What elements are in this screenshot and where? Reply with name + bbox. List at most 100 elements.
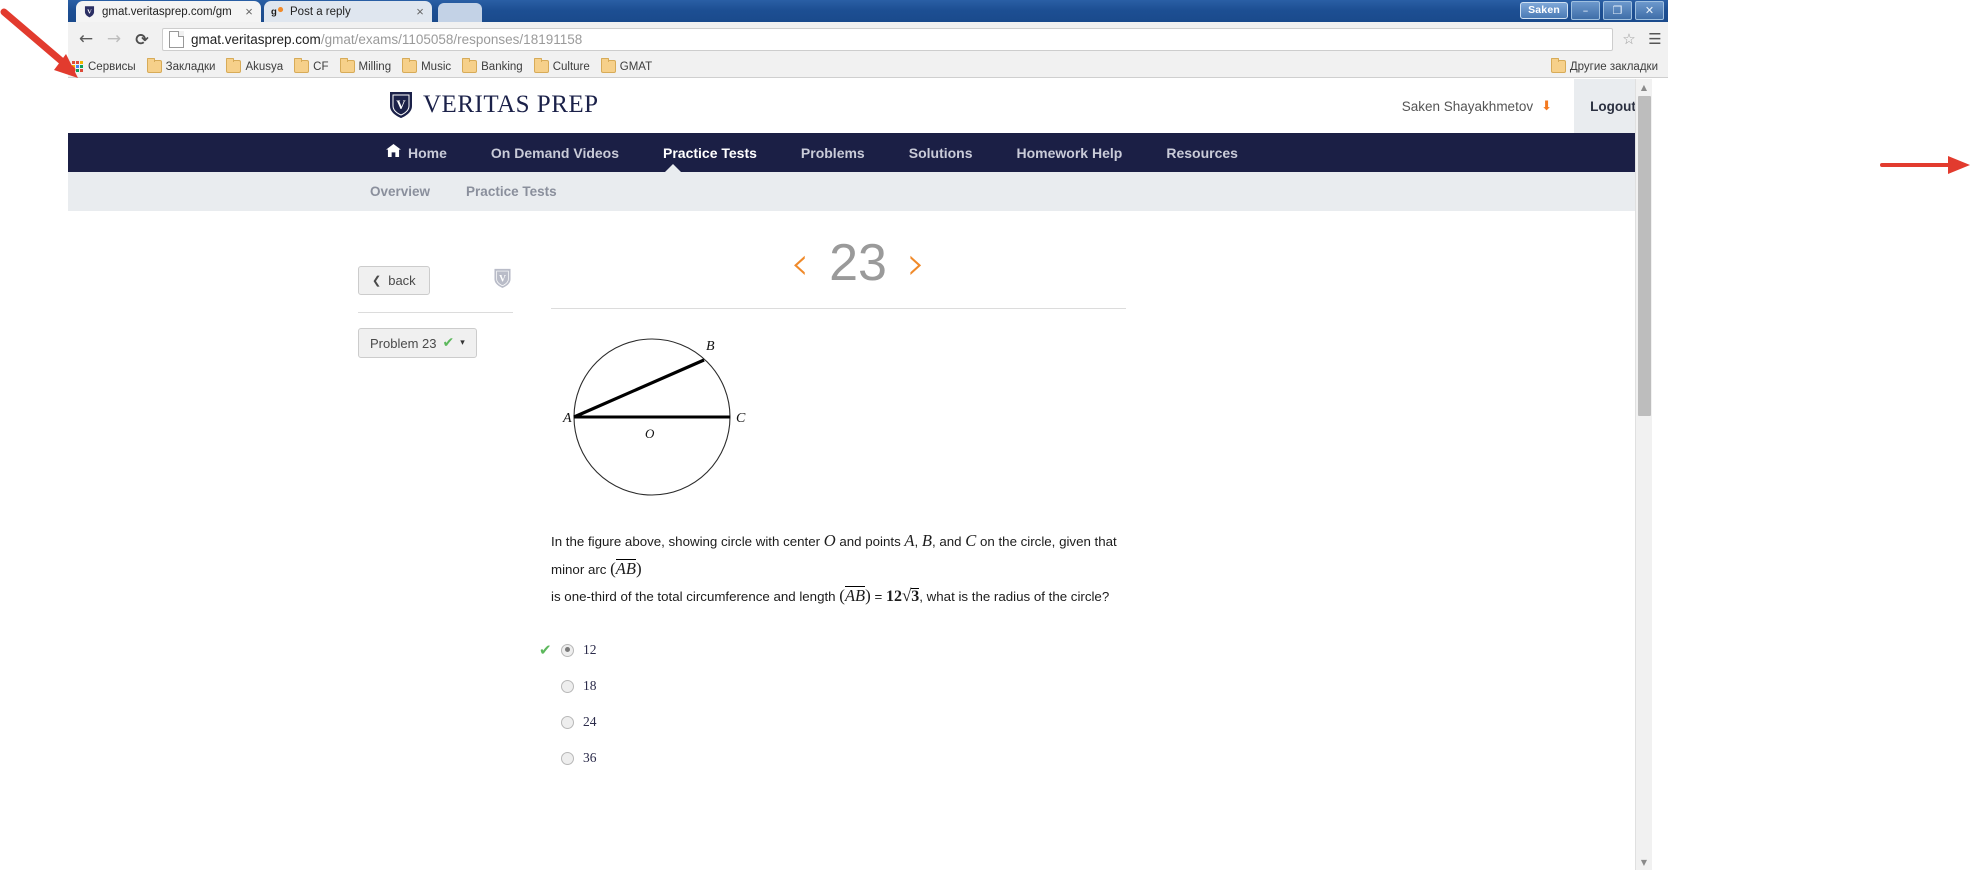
bookmark-cf[interactable]: CF bbox=[294, 58, 329, 73]
length-AB-label: AB bbox=[844, 586, 866, 606]
url-text: gmat.veritasprep.com/gmat/exams/1105058/… bbox=[191, 32, 582, 47]
nav-item-homework-help[interactable]: Homework Help bbox=[1017, 145, 1123, 161]
scroll-up-arrow-icon[interactable]: ▲ bbox=[1636, 79, 1652, 95]
prompt-var-B: B bbox=[921, 531, 932, 550]
bookmark-zakladki[interactable]: Закладки bbox=[146, 58, 215, 73]
hamburger-menu-icon[interactable]: ☰ bbox=[1642, 30, 1668, 48]
other-bookmarks[interactable]: Другие закладки bbox=[1550, 58, 1658, 73]
next-question-chevron-icon[interactable]: › bbox=[907, 240, 925, 286]
reload-icon[interactable]: ⟳ bbox=[128, 30, 156, 49]
bookmark-milling[interactable]: Milling bbox=[339, 58, 392, 73]
folder-icon bbox=[1550, 58, 1566, 73]
prompt-var-A: A bbox=[904, 531, 915, 550]
browser-window: V gmat.veritasprep.com/gm × g Post a rep… bbox=[68, 0, 1668, 870]
answer-options-list: ✔ 12 18 24 36 bbox=[539, 632, 1126, 776]
prompt-equals: = bbox=[870, 589, 886, 605]
answer-label: 36 bbox=[583, 750, 597, 766]
bookmark-star-icon[interactable]: ☆ bbox=[1616, 30, 1642, 48]
veritas-shield-icon: V bbox=[388, 90, 414, 119]
veritas-prep-logo[interactable]: V VERITAS PREP bbox=[388, 90, 599, 119]
bookmark-services[interactable]: Сервисы bbox=[72, 61, 136, 73]
nav-item-on-demand-videos[interactable]: On Demand Videos bbox=[491, 145, 619, 161]
bookmark-label: Culture bbox=[552, 60, 590, 73]
svg-text:V: V bbox=[499, 274, 506, 284]
close-icon[interactable]: × bbox=[243, 5, 255, 18]
url-domain: gmat.veritasprep.com bbox=[191, 31, 321, 47]
bookmark-culture[interactable]: Culture bbox=[533, 58, 590, 73]
previous-question-chevron-icon[interactable]: ‹ bbox=[791, 240, 809, 286]
prompt-var-O: O bbox=[823, 531, 836, 550]
forward-icon[interactable]: → bbox=[100, 29, 128, 49]
nav-item-problems[interactable]: Problems bbox=[801, 145, 865, 161]
restore-button[interactable]: ❐ bbox=[1603, 1, 1632, 20]
main-navigation: Home On Demand Videos Practice Tests Pro… bbox=[68, 133, 1652, 172]
window-user-chip[interactable]: Saken bbox=[1520, 2, 1568, 19]
bookmark-gmat[interactable]: GMAT bbox=[600, 58, 652, 73]
chevron-down-icon[interactable]: ⬇ bbox=[1541, 99, 1552, 114]
back-button[interactable]: ❮ back bbox=[358, 266, 430, 295]
veritas-shield-watermark-icon: V bbox=[493, 267, 512, 289]
bookmark-label: Banking bbox=[481, 60, 523, 73]
subnav-item-practice-tests[interactable]: Practice Tests bbox=[466, 184, 557, 199]
bookmark-label: Сервисы bbox=[88, 60, 136, 73]
svg-text:O: O bbox=[645, 426, 655, 441]
nav-item-home[interactable]: Home bbox=[386, 144, 447, 161]
question-panel: A B C O In the figure above, showing cir… bbox=[539, 308, 1126, 776]
answer-option-row[interactable]: 18 bbox=[551, 668, 1126, 704]
problem-selector-label: Problem 23 bbox=[370, 335, 437, 351]
answer-label: 18 bbox=[583, 678, 597, 694]
prompt-comma-2: , and bbox=[932, 534, 966, 549]
answer-option-row[interactable]: 24 bbox=[551, 704, 1126, 740]
circle-geometry-figure: A B C O bbox=[559, 322, 1126, 522]
close-icon[interactable]: × bbox=[414, 5, 426, 18]
browser-tab-1[interactable]: V gmat.veritasprep.com/gm × bbox=[76, 1, 261, 22]
brand-name: VERITAS PREP bbox=[423, 90, 599, 118]
check-icon: ✔ bbox=[442, 335, 455, 351]
svg-text:g: g bbox=[271, 7, 277, 18]
scroll-down-arrow-icon[interactable]: ▼ bbox=[1636, 854, 1652, 870]
page-document-icon bbox=[169, 30, 184, 48]
radio-button[interactable] bbox=[561, 751, 574, 765]
bookmark-music[interactable]: Music bbox=[402, 58, 452, 73]
radio-button[interactable] bbox=[561, 643, 574, 657]
folder-icon bbox=[533, 58, 549, 73]
bookmark-banking[interactable]: Banking bbox=[462, 58, 523, 73]
prompt-text-2: and points bbox=[835, 534, 905, 549]
minimize-button[interactable]: – bbox=[1571, 1, 1600, 20]
arc-notation: (AB) bbox=[610, 558, 642, 578]
bookmark-label: Milling bbox=[358, 60, 392, 73]
length-notation: (AB) bbox=[839, 586, 871, 606]
user-name[interactable]: Saken Shayakhmetov bbox=[1402, 99, 1533, 114]
back-chevron-icon: ❮ bbox=[372, 275, 382, 287]
radio-button[interactable] bbox=[561, 679, 574, 693]
address-bar[interactable]: gmat.veritasprep.com/gmat/exams/1105058/… bbox=[162, 27, 1613, 51]
tab-title: Post a reply bbox=[290, 5, 351, 18]
close-window-button[interactable]: ✕ bbox=[1635, 1, 1664, 20]
nav-item-solutions[interactable]: Solutions bbox=[909, 145, 973, 161]
other-bookmarks-label: Другие закладки bbox=[1569, 60, 1658, 73]
nav-item-resources[interactable]: Resources bbox=[1166, 145, 1238, 161]
prompt-text-5: , what is the radius of the circle? bbox=[919, 589, 1110, 605]
prompt-comma-1: , bbox=[914, 534, 922, 549]
folder-icon bbox=[226, 58, 242, 73]
back-icon[interactable]: ← bbox=[72, 29, 100, 49]
answer-option-row[interactable]: 36 bbox=[551, 740, 1126, 776]
folder-icon bbox=[339, 58, 355, 73]
browser-tab-2[interactable]: g Post a reply × bbox=[264, 1, 432, 22]
chevron-down-icon: ▾ bbox=[460, 338, 465, 348]
prompt-text-1: In the figure above, showing circle with… bbox=[551, 534, 824, 549]
radio-button[interactable] bbox=[561, 715, 574, 729]
answer-label: 24 bbox=[583, 714, 597, 730]
apps-grid-icon bbox=[72, 61, 83, 72]
new-tab-button[interactable] bbox=[438, 3, 482, 22]
page-scrollbar[interactable]: ▲ ▼ bbox=[1635, 79, 1652, 870]
bookmark-label: Music bbox=[421, 60, 452, 73]
annotation-arrow-right bbox=[1880, 156, 1970, 174]
problem-selector-dropdown[interactable]: Problem 23 ✔ ▾ bbox=[358, 328, 477, 358]
nav-item-practice-tests[interactable]: Practice Tests bbox=[663, 145, 757, 161]
scrollbar-thumb[interactable] bbox=[1638, 96, 1651, 416]
folder-icon bbox=[402, 58, 418, 73]
answer-option-row[interactable]: ✔ 12 bbox=[539, 632, 1126, 668]
bookmark-akusya[interactable]: Akusya bbox=[226, 58, 283, 73]
subnav-item-overview[interactable]: Overview bbox=[370, 184, 430, 199]
